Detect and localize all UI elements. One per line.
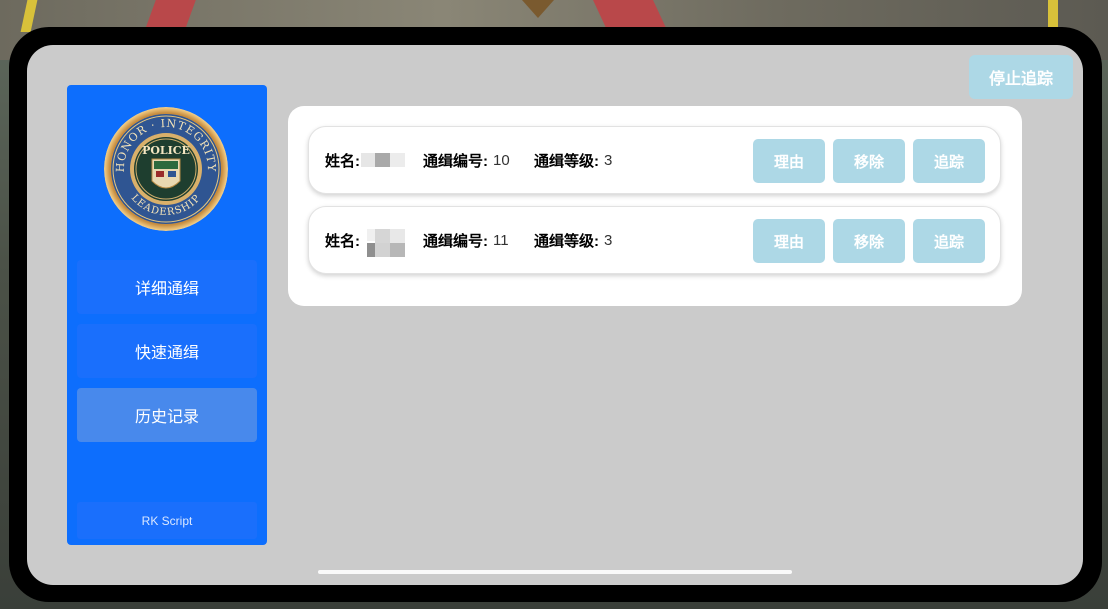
wanted-level-field: 通缉等级: 3 bbox=[534, 207, 612, 273]
wanted-id-value: 10 bbox=[493, 151, 510, 169]
wanted-id-label: 通缉编号: bbox=[423, 152, 488, 170]
remove-label: 移除 bbox=[853, 232, 884, 251]
reason-button[interactable]: 理由 bbox=[753, 139, 825, 183]
wanted-list-panel: 姓名: 通缉编号: 10 通缉等级: 3 理由 移除 追踪 姓名: 通缉编号: … bbox=[288, 106, 1022, 306]
script-credit: RK Script bbox=[77, 502, 257, 539]
nav-item-history[interactable]: 历史记录 bbox=[77, 388, 257, 442]
stop-tracking-label: 停止追踪 bbox=[988, 69, 1053, 88]
wanted-list-item: 姓名: 通缉编号: 10 通缉等级: 3 理由 移除 追踪 bbox=[308, 126, 1001, 194]
tablet-frame: HONOR · INTEGRITY LEADERSHIP POLICE 详细通缉… bbox=[9, 27, 1102, 602]
track-label: 追踪 bbox=[933, 152, 964, 171]
police-badge-logo: HONOR · INTEGRITY LEADERSHIP POLICE bbox=[104, 107, 228, 231]
home-indicator bbox=[318, 570, 792, 574]
name-field: 姓名: bbox=[325, 127, 405, 193]
nav-item-label: 快速通缉 bbox=[134, 345, 199, 362]
wanted-level-value: 3 bbox=[604, 231, 613, 249]
nav-item-label: 历史记录 bbox=[134, 409, 199, 426]
track-label: 追踪 bbox=[933, 232, 964, 251]
stop-tracking-button[interactable]: 停止追踪 bbox=[969, 55, 1073, 99]
wanted-level-label: 通缉等级: bbox=[534, 152, 599, 170]
nav-item-detailed-wanted[interactable]: 详细通缉 bbox=[77, 260, 257, 314]
wanted-list-item: 姓名: 通缉编号: 11 通缉等级: 3 理由 移除 追踪 bbox=[308, 206, 1001, 274]
remove-button[interactable]: 移除 bbox=[833, 219, 905, 263]
reason-label: 理由 bbox=[773, 232, 804, 251]
wanted-id-field: 通缉编号: 10 bbox=[423, 127, 510, 193]
wanted-id-value: 11 bbox=[493, 231, 509, 249]
nav-item-quick-wanted[interactable]: 快速通缉 bbox=[77, 324, 257, 378]
remove-button[interactable]: 移除 bbox=[833, 139, 905, 183]
wanted-level-label: 通缉等级: bbox=[534, 232, 599, 250]
svg-text:POLICE: POLICE bbox=[142, 144, 190, 157]
name-field: 姓名: bbox=[325, 207, 405, 273]
wanted-id-label: 通缉编号: bbox=[423, 232, 488, 250]
sidebar: HONOR · INTEGRITY LEADERSHIP POLICE 详细通缉… bbox=[67, 85, 267, 545]
redacted-name bbox=[361, 151, 405, 169]
nav-item-label: 详细通缉 bbox=[134, 281, 199, 298]
track-button[interactable]: 追踪 bbox=[913, 139, 985, 183]
tablet-screen: HONOR · INTEGRITY LEADERSHIP POLICE 详细通缉… bbox=[27, 45, 1083, 585]
track-button[interactable]: 追踪 bbox=[913, 219, 985, 263]
redacted-name bbox=[361, 229, 405, 257]
remove-label: 移除 bbox=[853, 152, 884, 171]
wanted-id-field: 通缉编号: 11 bbox=[423, 207, 509, 273]
reason-button[interactable]: 理由 bbox=[753, 219, 825, 263]
wanted-level-field: 通缉等级: 3 bbox=[534, 127, 612, 193]
script-credit-label: RK Script bbox=[141, 513, 193, 528]
reason-label: 理由 bbox=[773, 152, 804, 171]
name-label: 姓名: bbox=[325, 152, 360, 170]
road-marking bbox=[1048, 0, 1058, 30]
wanted-level-value: 3 bbox=[604, 151, 613, 169]
name-label: 姓名: bbox=[325, 232, 360, 250]
